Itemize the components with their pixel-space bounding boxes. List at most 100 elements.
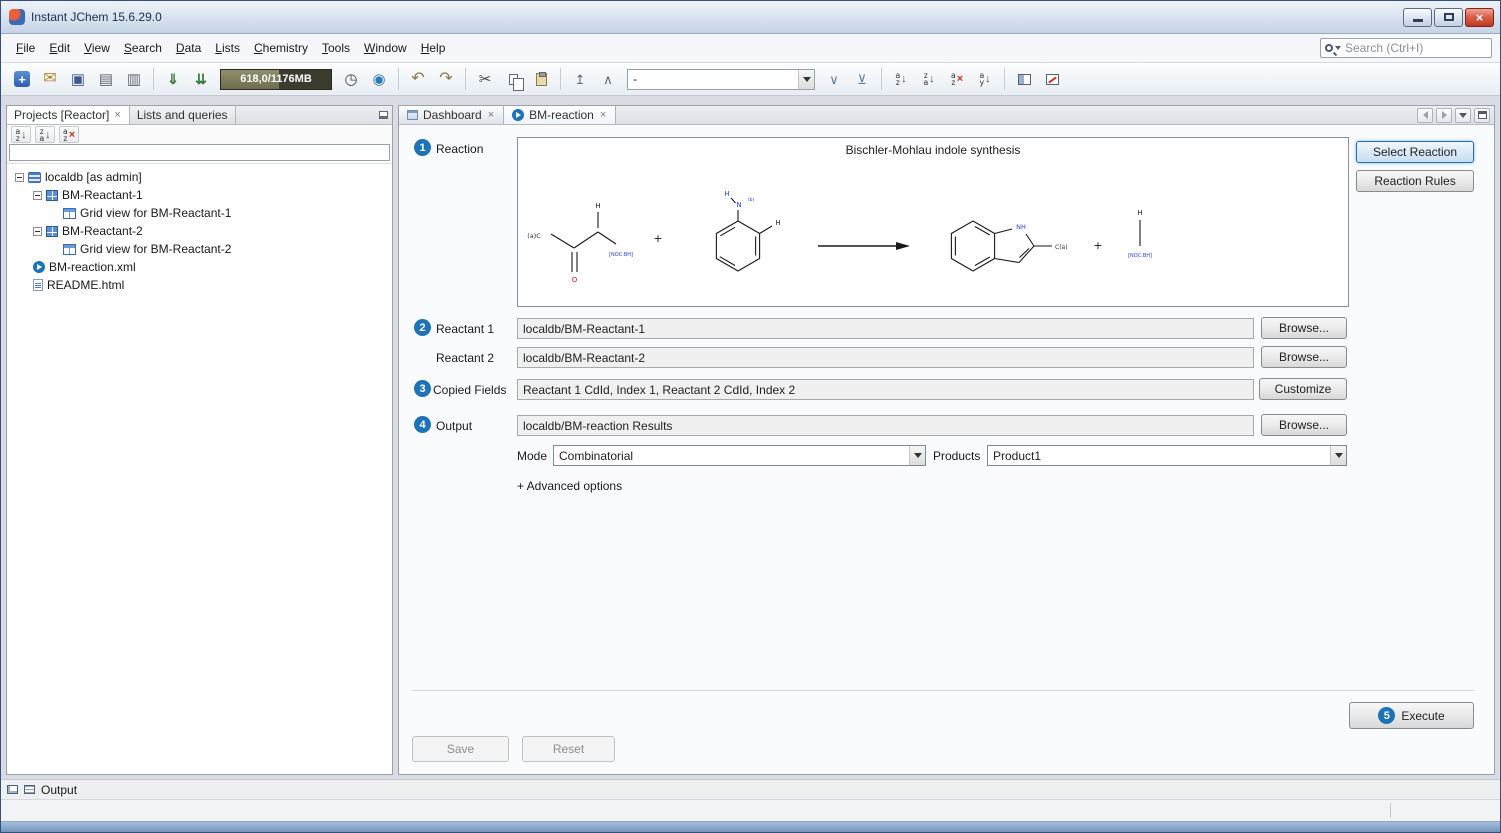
- combo-arrow-button[interactable]: [909, 446, 925, 465]
- customize-button[interactable]: Customize: [1259, 378, 1347, 400]
- sort-descending-button[interactable]: za↓: [916, 67, 942, 92]
- tree-item-bm-reaction-xml[interactable]: BM-reaction.xml: [7, 258, 392, 276]
- scroll-tabs-right-button[interactable]: [1436, 108, 1452, 123]
- maximize-button[interactable]: [1434, 8, 1463, 27]
- output-window-button[interactable]: Output: [41, 783, 77, 797]
- new-icon: +: [14, 71, 30, 87]
- project-tree: localdb [as admin] BM-Reactant-1 Grid vi…: [7, 164, 392, 774]
- copied-fields-field[interactable]: [517, 379, 1254, 400]
- sidebar-sort-descending-button[interactable]: za↓: [35, 126, 55, 143]
- menu-search[interactable]: Search: [117, 37, 169, 59]
- collapse-handle-icon[interactable]: [33, 191, 42, 200]
- reactant-2-browse-button[interactable]: Browse...: [1261, 346, 1347, 368]
- execute-button[interactable]: 5 Execute: [1349, 702, 1474, 729]
- mode-combo[interactable]: Combinatorial: [553, 445, 926, 466]
- menu-help[interactable]: Help: [414, 37, 453, 59]
- custom-sort-button[interactable]: ay↓: [972, 67, 998, 92]
- select-reaction-button[interactable]: Select Reaction: [1356, 141, 1474, 163]
- scroll-bottom-button[interactable]: ⊻: [849, 67, 875, 92]
- sort-ascending-button[interactable]: az↓: [888, 67, 914, 92]
- field-selector-combo[interactable]: -: [627, 69, 815, 90]
- chevron-bar-icon: ⊻: [857, 73, 867, 86]
- reactant-2-field[interactable]: [517, 347, 1254, 368]
- clear-sort-button[interactable]: az×: [944, 67, 970, 92]
- minimized-list-icon[interactable]: [24, 785, 35, 794]
- tree-item-bm-reactant-2[interactable]: BM-Reactant-2: [7, 222, 392, 240]
- collapse-handle-icon[interactable]: [15, 173, 24, 182]
- collapse-handle-icon[interactable]: [33, 227, 42, 236]
- advanced-options-link[interactable]: + Advanced options: [517, 479, 622, 493]
- tree-item-readme-html[interactable]: README.html: [7, 276, 392, 294]
- tree-filter-input[interactable]: [9, 144, 390, 161]
- search-input[interactable]: [1345, 41, 1500, 55]
- reactant-1-field[interactable]: [517, 318, 1254, 339]
- save-button[interactable]: ▣: [65, 67, 91, 92]
- atom-label: O: [572, 276, 578, 284]
- cut-button[interactable]: ✂: [472, 67, 498, 92]
- menu-file[interactable]: File: [9, 37, 42, 59]
- tab-close-icon[interactable]: ×: [599, 110, 607, 121]
- sidebar-sort-ascending-button[interactable]: az↓: [11, 126, 31, 143]
- close-button[interactable]: ×: [1465, 8, 1494, 27]
- output-browse-button[interactable]: Browse...: [1261, 414, 1347, 436]
- print-preview-button[interactable]: ▥: [121, 67, 147, 92]
- menu-edit[interactable]: Edit: [42, 37, 77, 59]
- scroll-tabs-left-button[interactable]: [1417, 108, 1433, 123]
- redo-button[interactable]: ↷: [433, 67, 459, 92]
- chevron-down-icon: [1335, 453, 1343, 458]
- reset-button[interactable]: Reset: [522, 736, 615, 762]
- maximize-editor-button[interactable]: [1474, 108, 1490, 123]
- garbage-collect-button[interactable]: ◷: [338, 67, 364, 92]
- products-combo[interactable]: Product1: [987, 445, 1347, 466]
- paste-button[interactable]: [528, 67, 554, 92]
- tab-close-icon[interactable]: ×: [487, 110, 495, 121]
- window-group-icon[interactable]: [7, 785, 18, 794]
- sidebar-clear-sort-button[interactable]: az×: [59, 126, 79, 143]
- save-button[interactable]: Save: [412, 736, 509, 762]
- tab-dashboard[interactable]: Dashboard ×: [399, 106, 504, 124]
- minimize-icon: [1413, 19, 1423, 22]
- atom-label: NH: [1016, 223, 1026, 231]
- tree-item-bm-reactant-1[interactable]: BM-Reactant-1: [7, 186, 392, 204]
- print-button[interactable]: ▤: [93, 67, 119, 92]
- tab-lists-and-queries[interactable]: Lists and queries: [130, 106, 236, 124]
- tree-item-grid-view-2[interactable]: Grid view for BM-Reactant-2: [7, 240, 392, 258]
- menu-data[interactable]: Data: [169, 37, 208, 59]
- scroll-down-button[interactable]: ∨: [821, 67, 847, 92]
- menu-view[interactable]: View: [77, 37, 117, 59]
- titlebar[interactable]: Instant JChem 15.6.29.0 ×: [1, 1, 1500, 34]
- menu-lists[interactable]: Lists: [208, 37, 247, 59]
- output-label: Output: [436, 419, 472, 433]
- close-window-group-button[interactable]: [1039, 67, 1065, 92]
- undo-button[interactable]: ↶: [405, 67, 431, 92]
- collapse-all-button[interactable]: ↥: [567, 67, 593, 92]
- tree-item-grid-view-1[interactable]: Grid view for BM-Reactant-1: [7, 204, 392, 222]
- expand-all-button[interactable]: ∧: [595, 67, 621, 92]
- search-box[interactable]: [1320, 38, 1492, 58]
- menu-window[interactable]: Window: [357, 37, 414, 59]
- tab-projects[interactable]: Projects [Reactor] ×: [7, 106, 130, 124]
- tab-close-icon[interactable]: ×: [113, 110, 121, 121]
- combo-arrow-button[interactable]: [798, 70, 814, 89]
- tree-item-localdb[interactable]: localdb [as admin]: [7, 168, 392, 186]
- commit-changes-button[interactable]: ⇓: [160, 67, 186, 92]
- tab-list-button[interactable]: [1455, 108, 1471, 123]
- menu-chemistry[interactable]: Chemistry: [247, 37, 315, 59]
- memory-indicator[interactable]: 618,0/1176MB: [220, 69, 332, 90]
- reaction-rules-button[interactable]: Reaction Rules: [1356, 170, 1474, 192]
- reactant-1-browse-button[interactable]: Browse...: [1261, 317, 1347, 339]
- sort-descending-icon: za↓: [923, 72, 934, 86]
- copy-button[interactable]: [500, 67, 526, 92]
- minimize-button[interactable]: [1403, 8, 1432, 27]
- open-button[interactable]: ✉: [37, 67, 63, 92]
- update-data-button[interactable]: ⇊: [188, 67, 214, 92]
- combo-arrow-button[interactable]: [1330, 446, 1346, 465]
- minimize-panel-button[interactable]: [374, 106, 392, 124]
- search-dropdown-icon[interactable]: [1335, 46, 1341, 50]
- window-layout-button[interactable]: [1011, 67, 1037, 92]
- output-field[interactable]: [517, 415, 1254, 436]
- network-status-button[interactable]: ◉: [366, 67, 392, 92]
- new-button[interactable]: +: [9, 67, 35, 92]
- menu-tools[interactable]: Tools: [315, 37, 357, 59]
- tab-bm-reaction[interactable]: BM-reaction ×: [504, 106, 616, 124]
